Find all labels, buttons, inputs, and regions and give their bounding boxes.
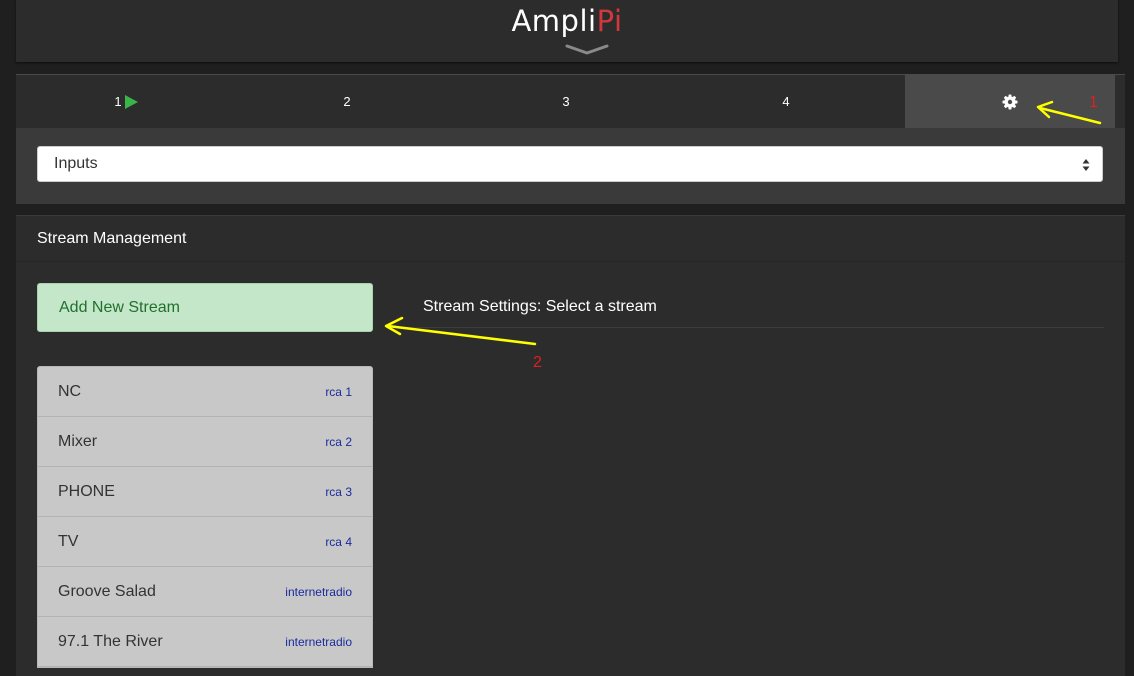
stream-type: internetradio [285,634,352,649]
stream-type: rca 4 [325,534,352,549]
zone-tabs-panel: 1 2 3 4 Inputs [16,74,1125,204]
stream-name: 97.1 The River [58,632,163,650]
play-icon [124,94,138,109]
tab-zone-2[interactable]: 2 [237,75,457,128]
stream-item-mixer[interactable]: Mixer rca 2 [38,417,372,467]
stream-management-panel: Stream Management Add New Stream Stream … [16,215,1125,676]
stream-item-groove-salad[interactable]: Groove Salad internetradio [38,567,372,617]
gear-icon [1002,94,1018,109]
stream-type: rca 1 [325,384,352,399]
add-new-stream-button[interactable]: Add New Stream [37,283,373,332]
app-logo: AmpliPi [16,4,1118,38]
tab-zone-4[interactable]: 4 [676,75,896,128]
stream-list: NC rca 1 Mixer rca 2 PHONE rca 3 TV rca … [37,366,373,668]
app-header: AmpliPi [16,0,1118,62]
annotation-number-2: 2 [533,354,542,371]
tab-zone-3[interactable]: 3 [456,75,676,128]
stream-type: internetradio [285,584,352,599]
tab-label: 1 [114,94,122,109]
stream-item-phone[interactable]: PHONE rca 3 [38,467,372,517]
tab-settings[interactable] [905,75,1115,128]
logo-text-ampli: Ampli [511,4,597,38]
stream-name: NC [58,382,82,400]
settings-view-select[interactable]: Inputs [37,146,1103,182]
stream-item-nc[interactable]: NC rca 1 [38,367,372,417]
stream-type: rca 3 [325,484,352,499]
tab-label: 3 [562,94,570,109]
stream-item-the-river[interactable]: 97.1 The River internetradio [38,617,372,667]
tab-label: 2 [343,94,351,109]
stream-name: PHONE [58,482,115,500]
select-value: Inputs [54,155,98,172]
tab-label: 4 [782,94,790,109]
stream-type: rca 2 [325,434,352,449]
stream-item-tv[interactable]: TV rca 4 [38,517,372,567]
stream-name: Groove Salad [58,582,156,600]
panel-title: Stream Management [16,216,1125,262]
annotation-number-1: 1 [1089,94,1098,111]
stream-name: Mixer [58,432,98,450]
zone-tab-bar: 1 2 3 4 [16,75,1125,128]
sort-arrows-icon [1082,159,1090,171]
chevron-down-icon[interactable] [565,44,609,56]
stream-name: TV [58,532,79,550]
logo-text-pi: Pi [596,4,623,38]
tab-zone-1[interactable]: 1 [16,75,236,128]
stream-settings-title: Stream Settings: Select a stream [404,286,1104,328]
